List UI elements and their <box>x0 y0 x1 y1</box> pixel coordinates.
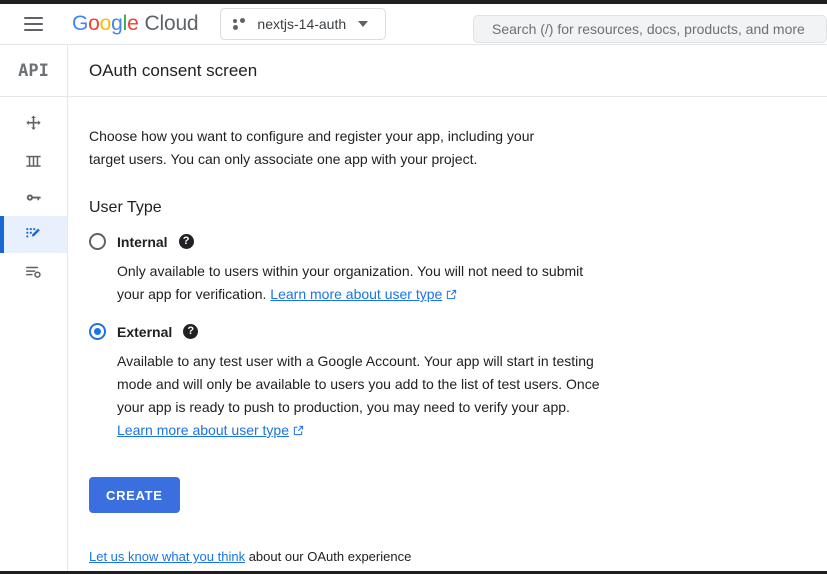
top-header-bar: Go o g l e Cloud nextjs-14-auth Search (/) fo… <box>0 4 827 45</box>
radio-option-internal[interactable]: Internal ? <box>89 233 806 250</box>
project-name-label: nextjs-14-auth <box>257 16 347 32</box>
move-arrows-icon <box>24 114 43 133</box>
logo-letter-e: e <box>127 12 139 35</box>
learn-more-link-external[interactable]: Learn more about user type <box>117 422 289 438</box>
logo-letter-g: G <box>72 12 89 35</box>
feedback-note: Let us know what you think about our OAu… <box>89 549 806 564</box>
help-circle-icon[interactable]: ? <box>178 234 194 249</box>
logo-letter-o2: o <box>99 12 112 35</box>
sidebar-item-library[interactable] <box>0 142 67 179</box>
sidebar-item-oauth-consent-screen[interactable] <box>0 216 67 253</box>
project-dots-icon <box>232 16 248 32</box>
key-icon <box>24 188 43 207</box>
chevron-down-icon <box>358 21 369 27</box>
feedback-rest-text: about our OAuth experience <box>245 549 412 564</box>
hamburger-line <box>24 23 43 25</box>
logo-letter-o: o <box>88 12 100 35</box>
edit-pencil-icon <box>24 225 43 244</box>
intro-text: Choose how you want to configure and reg… <box>89 128 535 167</box>
page-title: OAuth consent screen <box>68 45 827 97</box>
radio-option-external[interactable]: External ? <box>89 323 806 340</box>
external-link-icon <box>446 284 457 307</box>
rail-item-list <box>0 97 67 290</box>
hamburger-line <box>24 29 43 31</box>
radio-label-external: External <box>117 323 173 340</box>
radio-label-internal: Internal <box>117 233 168 250</box>
logo-word-cloud: Cloud <box>144 12 199 35</box>
app-window: Go o g l e Cloud nextjs-14-auth Search (/) fo… <box>0 0 827 574</box>
main-content-area: OAuth consent screen Choose how you want… <box>68 45 827 574</box>
sidebar-item-page-usage-agreement[interactable] <box>0 253 67 290</box>
create-button[interactable]: CREATE <box>89 477 180 513</box>
user-type-heading: User Type <box>89 199 162 216</box>
search-placeholder: Search (/) for resources, docs, products… <box>492 21 805 37</box>
external-desc-text: Available to any test user with a Google… <box>117 353 600 415</box>
external-link-icon <box>293 420 304 443</box>
library-columns-icon <box>24 151 43 170</box>
left-nav-rail: API <box>0 45 68 574</box>
google-cloud-logo[interactable]: Go o g l e Cloud <box>72 12 199 36</box>
search-input[interactable]: Search (/) for resources, docs, products… <box>473 15 827 43</box>
hamburger-menu-icon[interactable] <box>24 12 48 36</box>
content-body: Choose how you want to configure and reg… <box>68 97 827 564</box>
radio-button-internal[interactable] <box>89 233 106 250</box>
api-logo: API <box>0 45 67 97</box>
hamburger-line <box>24 17 43 19</box>
help-circle-icon[interactable]: ? <box>183 324 199 339</box>
radio-description-internal: Only available to users within your orga… <box>117 260 605 307</box>
list-settings-icon <box>24 262 43 281</box>
logo-letter-g2: g <box>111 12 123 35</box>
learn-more-link-internal[interactable]: Learn more about user type <box>270 286 442 302</box>
radio-button-external[interactable] <box>89 323 106 340</box>
feedback-link[interactable]: Let us know what you think <box>89 549 245 564</box>
sidebar-item-credentials[interactable] <box>0 179 67 216</box>
radio-description-external: Available to any test user with a Google… <box>117 350 611 443</box>
project-selector[interactable]: nextjs-14-auth <box>220 8 387 40</box>
sidebar-item-enabled-apis[interactable] <box>0 105 67 142</box>
